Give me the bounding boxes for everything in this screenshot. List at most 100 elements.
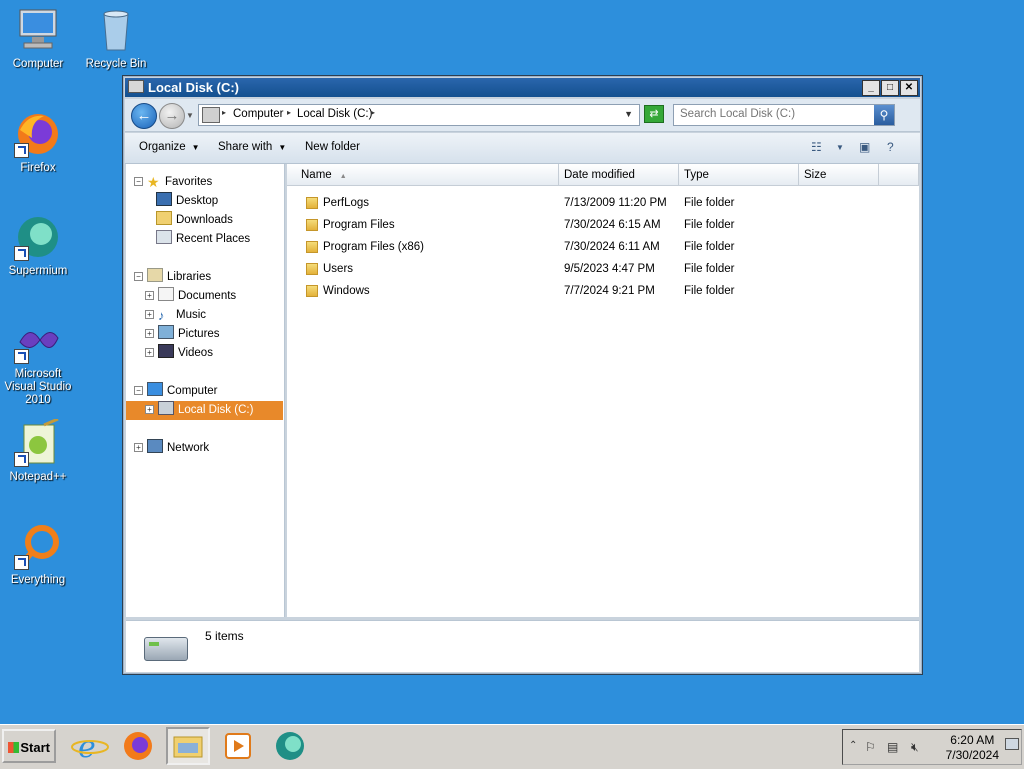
maximize-button[interactable]: □ (881, 80, 899, 96)
explorer-window: Local Disk (C:) _ □ ✕ ← → ▼ ▸ Computer ▸… (122, 75, 923, 675)
chevron-right-icon[interactable]: ▸ (287, 108, 291, 117)
tree-documents[interactable]: + Documents (145, 287, 236, 306)
chevron-down-icon: ▼ (278, 143, 287, 152)
collapse-icon[interactable]: − (134, 272, 143, 281)
search-input[interactable] (674, 105, 876, 123)
expand-icon[interactable]: + (134, 443, 143, 452)
preview-pane-icon[interactable]: ▣ (859, 140, 870, 154)
tree-local-disk[interactable]: + Local Disk (C:) (126, 401, 283, 420)
desktop-icon-firefox[interactable]: Firefox (0, 110, 76, 175)
address-bar-area: ← → ▼ ▸ Computer ▸ Local Disk (C:) ▸ ▼ ⇄… (125, 99, 920, 132)
volume-muted-icon[interactable]: 🔇︎ (911, 740, 919, 755)
tree-recent-places[interactable]: Recent Places (156, 230, 250, 249)
clock[interactable]: 6:20 AM 7/30/2024 (946, 733, 999, 763)
breadcrumb-computer[interactable]: Computer (233, 108, 284, 120)
videos-icon (158, 344, 174, 358)
action-center-flag-icon[interactable]: ⚐ (865, 740, 876, 754)
internet-explorer-icon: e (71, 730, 109, 765)
file-type: File folder (684, 241, 735, 253)
supermium-icon (14, 213, 62, 261)
column-header-date[interactable]: Date modified (559, 164, 679, 186)
desktop-icon-notepadpp[interactable]: Notepad++ (0, 417, 76, 484)
taskbar-explorer[interactable] (166, 727, 210, 765)
breadcrumb-local-disk[interactable]: Local Disk (C:) (297, 108, 372, 120)
tree-downloads[interactable]: Downloads (156, 211, 233, 230)
tree-music[interactable]: + ♪ Music (145, 306, 206, 325)
column-header-size[interactable]: Size (799, 164, 879, 186)
start-label: Start (20, 740, 50, 755)
chevron-right-icon[interactable]: ▸ (371, 108, 375, 117)
tree-libraries[interactable]: − Libraries (134, 268, 211, 287)
tree-desktop[interactable]: Desktop (156, 192, 218, 211)
file-row[interactable]: Program Files (x86) 7/30/2024 6:11 AM Fi… (287, 236, 919, 258)
desktop-icon-visual-studio[interactable]: Microsoft Visual Studio 2010 (0, 316, 76, 407)
search-box[interactable]: ⚲ (673, 104, 895, 126)
file-type: File folder (684, 197, 735, 209)
desktop-icon-recycle-bin[interactable]: Recycle Bin (78, 6, 154, 71)
file-row[interactable]: PerfLogs 7/13/2009 11:20 PM File folder (287, 192, 919, 214)
tree-favorites[interactable]: − ★ Favorites (134, 173, 212, 192)
title-bar[interactable]: Local Disk (C:) _ □ ✕ (125, 78, 920, 97)
file-date: 7/7/2024 9:21 PM (564, 285, 655, 297)
folder-icon (306, 241, 318, 253)
recent-pages-dropdown-icon[interactable]: ▼ (186, 111, 194, 120)
taskbar-supermium[interactable] (268, 727, 312, 765)
start-button[interactable]: Start (2, 729, 56, 763)
view-options-dropdown-icon[interactable]: ▼ (836, 143, 844, 152)
column-header-name[interactable]: Name ▲ (287, 164, 559, 186)
network-tray-icon[interactable]: ▤ (887, 740, 898, 754)
chevron-right-icon[interactable]: ▸ (222, 108, 226, 117)
tree-label: Computer (167, 385, 218, 397)
forward-button[interactable]: → (159, 103, 185, 129)
taskbar-firefox[interactable] (116, 727, 160, 765)
show-desktop-icon[interactable] (1005, 738, 1019, 750)
expand-icon[interactable]: + (145, 405, 154, 414)
shortcut-arrow-icon (14, 246, 29, 261)
tree-videos[interactable]: + Videos (145, 344, 213, 363)
expand-icon[interactable]: + (145, 291, 154, 300)
search-icon[interactable]: ⚲ (874, 105, 894, 125)
expand-icon[interactable]: + (145, 329, 154, 338)
tree-network[interactable]: + Network (134, 439, 209, 458)
file-row[interactable]: Program Files 7/30/2024 6:15 AM File fol… (287, 214, 919, 236)
share-with-label: Share with (218, 141, 273, 153)
desktop-icon-label: Recycle Bin (85, 58, 147, 70)
computer-icon (147, 382, 163, 396)
desktop-icon-computer[interactable]: Computer (0, 6, 76, 71)
expand-icon[interactable]: + (145, 310, 154, 319)
column-header-type[interactable]: Type (679, 164, 799, 186)
taskbar-internet-explorer[interactable]: e (68, 727, 112, 765)
file-row[interactable]: Users 9/5/2023 4:47 PM File folder (287, 258, 919, 280)
clock-date: 7/30/2024 (945, 748, 999, 762)
refresh-button[interactable]: ⇄ (644, 105, 664, 123)
taskbar-media-player[interactable] (216, 727, 260, 765)
help-icon[interactable]: ? (887, 140, 894, 154)
svg-text:e: e (78, 730, 96, 765)
collapse-icon[interactable]: − (134, 177, 143, 186)
window-title: Local Disk (C:) (148, 80, 240, 95)
collapse-icon[interactable]: − (134, 386, 143, 395)
minimize-button[interactable]: _ (862, 80, 880, 96)
file-name: PerfLogs (323, 197, 370, 209)
file-name: Program Files (x86) (323, 241, 424, 253)
file-name: Users (323, 263, 354, 275)
tree-computer[interactable]: − Computer (134, 382, 218, 401)
expand-icon[interactable]: + (145, 348, 154, 357)
change-view-icon[interactable]: ☷ (811, 140, 822, 154)
address-dropdown-icon[interactable]: ▼ (624, 109, 633, 119)
desktop-icon-everything[interactable]: Everything (0, 522, 76, 587)
music-icon: ♪ (158, 308, 165, 323)
tree-label: Pictures (178, 328, 220, 340)
organize-button[interactable]: Organize ▼ (139, 141, 200, 153)
back-button[interactable]: ← (131, 103, 157, 129)
file-row[interactable]: Windows 7/7/2024 9:21 PM File folder (287, 280, 919, 302)
close-button[interactable]: ✕ (900, 80, 918, 96)
new-folder-button[interactable]: New folder (305, 141, 360, 153)
address-path[interactable]: ▸ Computer ▸ Local Disk (C:) ▸ ▼ (198, 104, 640, 126)
drive-icon (158, 401, 174, 415)
tree-pictures[interactable]: + Pictures (145, 325, 220, 344)
folder-icon (306, 219, 318, 231)
show-hidden-icons-icon[interactable]: ⌃ (849, 740, 857, 751)
desktop-icon-supermium[interactable]: Supermium (0, 213, 76, 278)
share-with-button[interactable]: Share with ▼ (218, 141, 286, 153)
